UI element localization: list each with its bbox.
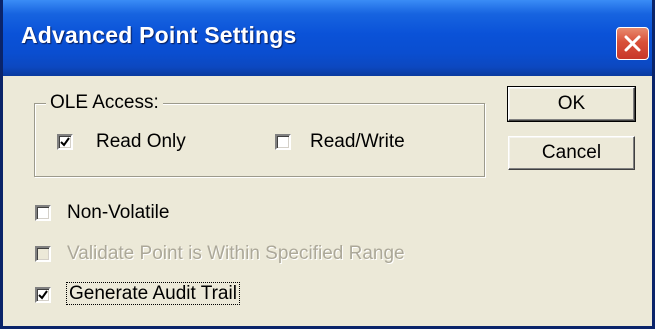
read-write-label: Read/Write: [310, 131, 405, 152]
ole-access-group-label: OLE Access:: [46, 92, 163, 114]
non-volatile-checkbox[interactable]: [35, 205, 51, 221]
close-button[interactable]: [616, 27, 649, 60]
validate-range-label: Validate Point is Within Specified Range: [67, 243, 405, 264]
close-icon: [624, 35, 641, 52]
audit-trail-checkbox[interactable]: [35, 287, 51, 303]
checkmark-icon: [38, 290, 48, 300]
validate-range-checkbox: [35, 246, 51, 262]
ok-button[interactable]: OK: [507, 86, 636, 122]
title-bar[interactable]: Advanced Point Settings: [3, 0, 652, 76]
dialog-window: Advanced Point Settings OLE Access: Read…: [0, 0, 655, 329]
audit-trail-label: Generate Audit Trail: [66, 282, 240, 305]
read-write-checkbox[interactable]: [275, 134, 291, 150]
read-only-checkbox[interactable]: [57, 134, 73, 150]
audit-trail-label-wrap: Generate Audit Trail: [66, 282, 240, 305]
dialog-title: Advanced Point Settings: [21, 22, 297, 48]
cancel-button[interactable]: Cancel: [508, 136, 635, 170]
checkmark-icon: [60, 137, 70, 147]
non-volatile-label: Non-Volatile: [67, 202, 170, 223]
read-only-label: Read Only: [96, 131, 186, 152]
